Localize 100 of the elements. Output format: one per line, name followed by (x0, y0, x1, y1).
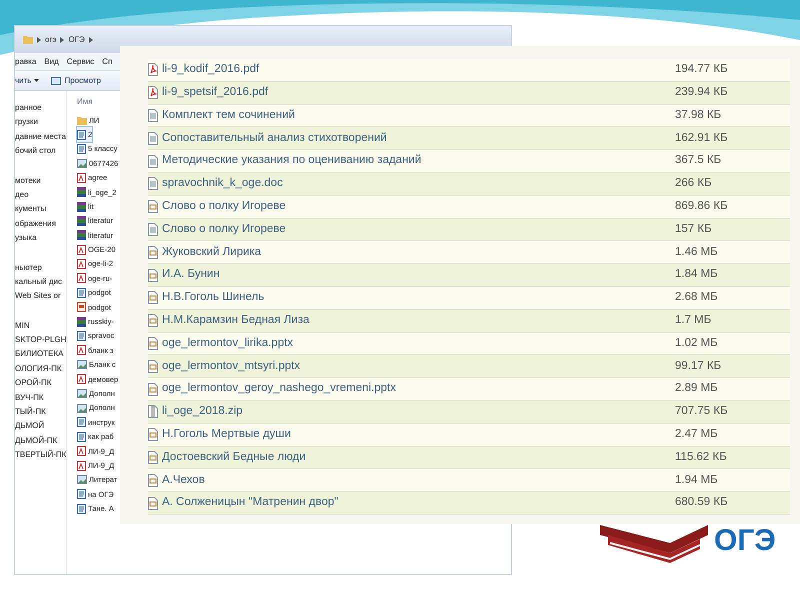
file-link[interactable]: А.Чехов (148, 472, 675, 489)
file-size: 680.59 КБ (675, 495, 728, 510)
navigation-item[interactable]: ранное (15, 101, 66, 116)
file-link[interactable]: А. Солженицын "Матренин двор" (148, 494, 675, 512)
file-link[interactable]: Н.Гоголь Мертвые души (148, 426, 675, 444)
file-size: 2.47 МБ (675, 427, 718, 442)
menu-item[interactable]: равка (15, 56, 36, 68)
folder-icon (77, 116, 87, 125)
document-icon (148, 177, 158, 190)
pdf-icon (148, 86, 158, 100)
pdf-icon (77, 172, 86, 183)
archive-icon (77, 316, 86, 327)
zip-icon (148, 405, 158, 418)
file-size: 162.91 КБ (675, 130, 728, 146)
pdf-icon (77, 374, 86, 384)
presentation-icon (148, 200, 158, 214)
file-size: 2.89 МБ (675, 381, 718, 396)
navigation-item[interactable]: бочий стол (15, 144, 66, 159)
navigation-item[interactable]: ВУЧ-ПК (15, 390, 66, 406)
pdf-icon (77, 446, 86, 456)
navigation-item[interactable]: мотеки (15, 174, 66, 188)
navigation-item[interactable]: БИЛИОТЕКА (15, 347, 66, 362)
file-link[interactable]: Сопоставительный анализ стихотворений (148, 130, 675, 147)
presentation-icon (148, 246, 158, 259)
file-size: 1.84 МБ (675, 267, 718, 282)
archive-icon (77, 230, 86, 240)
menu-item[interactable]: Сервис (66, 56, 94, 68)
document-icon (148, 132, 158, 145)
file-link[interactable]: spravochnik_k_oge.doc (148, 175, 675, 192)
navigation-item[interactable]: давние места (15, 130, 66, 144)
file-link[interactable]: И.А. Бунин (148, 266, 675, 284)
chevron-icon (60, 36, 64, 42)
file-size: 1.02 МБ (675, 336, 718, 351)
menu-item[interactable]: Сп (102, 56, 112, 68)
pdf-icon (77, 259, 86, 270)
file-link[interactable]: Слово о полку Игореве (148, 220, 675, 238)
navigation-item[interactable]: део (15, 188, 66, 202)
file-size: 367.5 КБ (675, 153, 722, 168)
preview-icon (51, 76, 62, 84)
file-link[interactable]: Достоевский Бедные люди (148, 448, 675, 466)
navigation-item[interactable]: ОЛОГИЯ-ПК (15, 362, 66, 376)
archive-icon (77, 187, 86, 198)
image-file-icon (77, 475, 87, 484)
image-file-icon (77, 360, 87, 370)
navigation-item[interactable]: ображения (15, 216, 66, 232)
file-size: 1.7 МБ (675, 313, 712, 328)
presentation-icon (148, 360, 158, 373)
navigation-item[interactable]: ТЫЙ-ПК (15, 405, 66, 420)
column-header[interactable]: Имя (77, 91, 93, 113)
navigation-item[interactable]: кальный дис (15, 274, 66, 290)
document-icon (77, 489, 86, 500)
file-link[interactable]: Комплект тем сочинений (148, 106, 675, 124)
file-link[interactable]: li-9_spetsif_2016.pdf (148, 84, 675, 102)
document-icon (77, 130, 86, 140)
document-icon (148, 154, 158, 168)
navigation-item[interactable]: кументы (15, 202, 66, 217)
file-size: 37.98 КБ (675, 108, 722, 123)
file-link[interactable]: Н.В.Гоголь Шинель (148, 289, 675, 306)
navigation-item[interactable]: грузки (15, 115, 66, 130)
document-icon (77, 432, 86, 442)
presentation-icon (77, 302, 86, 312)
toolbar-button[interactable]: чить (15, 74, 40, 86)
file-size: 266 КБ (675, 176, 712, 192)
pdf-icon (77, 345, 86, 356)
document-icon (77, 504, 86, 514)
menu-item[interactable]: Вид (44, 56, 59, 68)
document-icon (77, 288, 86, 298)
navigation-item[interactable]: MIN (15, 318, 66, 334)
file-link[interactable]: oge_lermontov_lirika.pptx (148, 334, 675, 352)
navigation-item[interactable]: ОРОЙ-ПК (15, 376, 66, 391)
document-icon (148, 108, 158, 122)
navigation-item[interactable]: ДЬМОЙ (15, 419, 66, 434)
file-link[interactable]: Н.М.Карамзин Бедная Лиза (148, 312, 675, 330)
file-size: 869.86 КБ (675, 199, 728, 214)
breadcrumb-item[interactable]: огэ (45, 34, 56, 46)
navigation-item[interactable]: ДЬМОЙ-ПК (15, 434, 66, 448)
presentation-icon (148, 450, 158, 464)
toolbar-button[interactable]: Просмотр (51, 74, 102, 86)
navigation-item[interactable]: Web Sites or (15, 289, 66, 304)
document-icon (77, 331, 86, 342)
navigation-item[interactable]: ТВЕРТЫЙ-ПК (15, 448, 66, 463)
file-link[interactable]: li-9_kodif_2016.pdf (148, 61, 675, 79)
file-link[interactable]: Жуковский Лирика (148, 244, 675, 261)
document-icon (77, 417, 86, 428)
file-link[interactable]: oge_lermontov_mtsyri.pptx (148, 358, 675, 375)
breadcrumb-item[interactable]: ОГЭ (68, 34, 85, 46)
navigation-item[interactable]: SKTOP-PLGH (15, 333, 66, 348)
presentation-icon (148, 314, 158, 328)
image-file-icon (77, 389, 87, 398)
file-link[interactable]: Методические указания по оцениванию заданий (148, 152, 675, 170)
file-link[interactable]: li_oge_2018.zip (148, 403, 675, 420)
file-size: 99.17 КБ (675, 358, 722, 374)
file-link[interactable]: oge_lermontov_geroy_nashego_vremeni.pptx (148, 380, 675, 398)
navigation-item[interactable]: узыка (15, 231, 66, 246)
navigation-item[interactable]: ньютер (15, 260, 66, 275)
pdf-icon (77, 273, 86, 284)
chevron-icon (88, 36, 93, 42)
file-link[interactable]: Слово о полку Игореве (148, 198, 675, 216)
file-size: 194.77 КБ (675, 62, 728, 78)
file-size: 115.62 КБ (675, 450, 727, 465)
